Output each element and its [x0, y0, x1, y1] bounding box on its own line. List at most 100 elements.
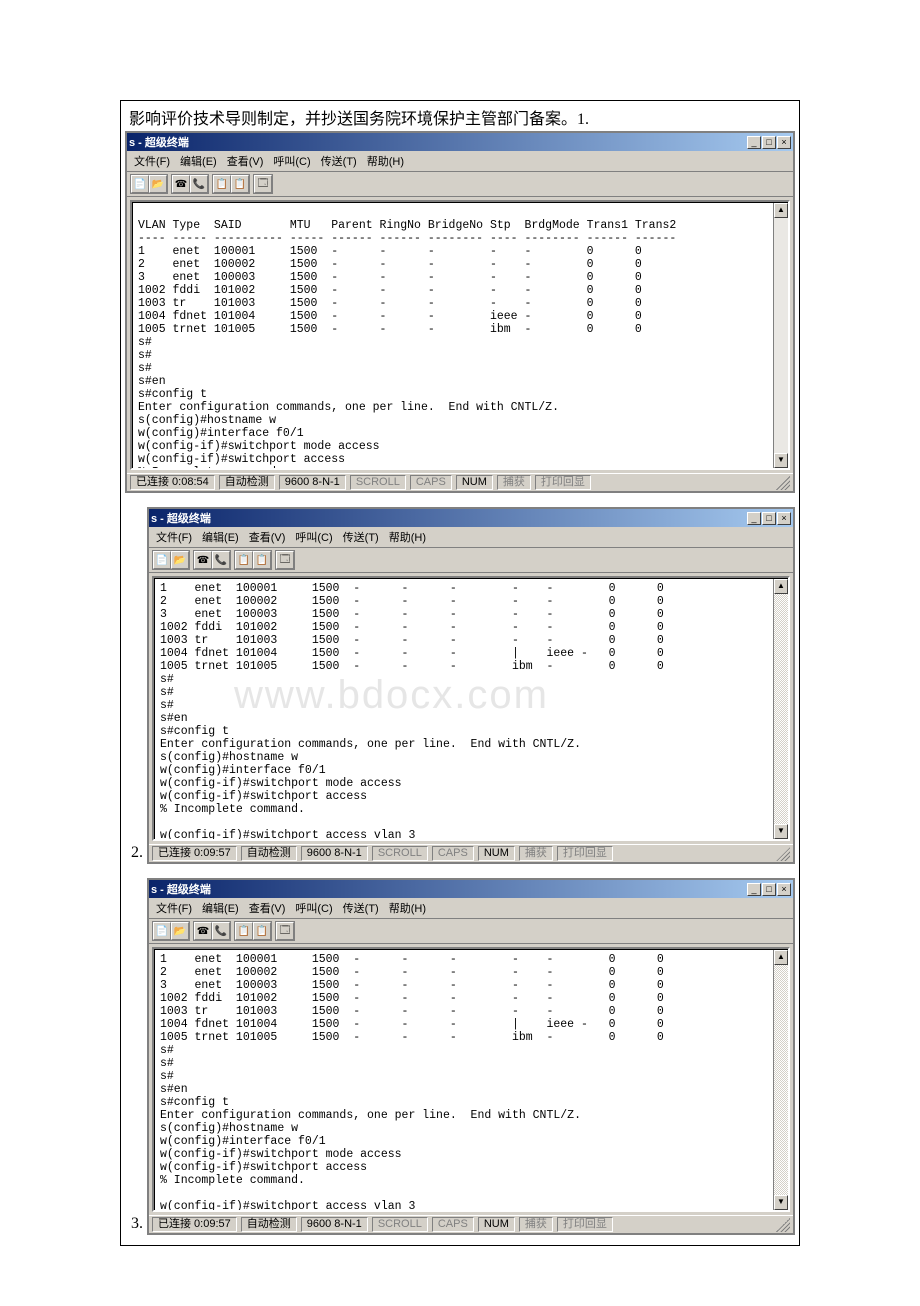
status-connection: 已连接 0:08:54 [130, 475, 215, 490]
terminal-area[interactable]: VLAN Type SAID MTU Parent RingNo BridgeN… [130, 200, 790, 470]
menu-help[interactable]: 帮助(H) [362, 152, 409, 170]
menu-transfer[interactable]: 传送(T) [338, 528, 384, 546]
toolbar: 📄📂 ☎📞 📋📋 🗔 [127, 172, 793, 197]
scroll-up-icon[interactable]: ▲ [774, 203, 788, 218]
connect-icon[interactable]: ☎ [194, 922, 212, 940]
menu-help[interactable]: 帮助(H) [384, 528, 431, 546]
send-icon[interactable]: 📋 [235, 551, 253, 569]
status-num: NUM [456, 475, 493, 490]
resize-grip-icon[interactable] [776, 847, 790, 861]
status-detect: 自动检测 [219, 475, 275, 490]
statusbar: 已连接 0:09:57 自动检测 9600 8-N-1 SCROLL CAPS … [149, 1215, 793, 1233]
menu-file[interactable]: 文件(F) [151, 899, 197, 917]
resize-grip-icon[interactable] [776, 1218, 790, 1232]
menu-transfer[interactable]: 传送(T) [316, 152, 362, 170]
open-icon[interactable]: 📂 [149, 175, 167, 193]
menu-edit[interactable]: 编辑(E) [197, 899, 244, 917]
status-capture: 捕获 [519, 846, 553, 861]
list-number-2: 2. [125, 844, 143, 864]
open-icon[interactable]: 📂 [171, 551, 189, 569]
disconnect-icon[interactable]: 📞 [212, 551, 230, 569]
menubar: 文件(F) 编辑(E) 查看(V) 呼叫(C) 传送(T) 帮助(H) [127, 151, 793, 172]
minimize-button[interactable]: _ [747, 883, 761, 896]
menu-view[interactable]: 查看(V) [244, 899, 291, 917]
menu-file[interactable]: 文件(F) [151, 528, 197, 546]
vertical-scrollbar[interactable]: ▲▼ [773, 203, 788, 468]
status-connection: 已连接 0:09:57 [152, 846, 237, 861]
disconnect-icon[interactable]: 📞 [212, 922, 230, 940]
minimize-button[interactable]: _ [747, 136, 761, 149]
terminal-output[interactable]: 1 enet 100001 1500 - - - - - 0 0 2 enet … [155, 950, 773, 1210]
resize-grip-icon[interactable] [776, 476, 790, 490]
menu-file[interactable]: 文件(F) [129, 152, 175, 170]
send-icon[interactable]: 📋 [235, 922, 253, 940]
window-title: s - 超级终端 [151, 510, 747, 526]
titlebar[interactable]: s - 超级终端 _ □ × [149, 880, 793, 898]
titlebar[interactable]: s - 超级终端 _ □ × [127, 133, 793, 151]
list-number-3: 3. [125, 1215, 143, 1235]
new-icon[interactable]: 📄 [153, 551, 171, 569]
open-icon[interactable]: 📂 [171, 922, 189, 940]
connect-icon[interactable]: ☎ [172, 175, 190, 193]
properties-icon[interactable]: 🗔 [276, 922, 294, 940]
menu-call[interactable]: 呼叫(C) [290, 899, 337, 917]
new-icon[interactable]: 📄 [131, 175, 149, 193]
document-heading: 影响评价技术导则制定，并抄送国务院环境保护主管部门备案。1. [125, 103, 795, 131]
status-num: NUM [478, 1217, 515, 1232]
status-print: 打印回显 [557, 846, 613, 861]
close-button[interactable]: × [777, 883, 791, 896]
menu-view[interactable]: 查看(V) [244, 528, 291, 546]
vertical-scrollbar[interactable]: ▲▼ [773, 950, 788, 1210]
status-scroll: SCROLL [372, 1217, 428, 1232]
maximize-button[interactable]: □ [762, 512, 776, 525]
menu-call[interactable]: 呼叫(C) [290, 528, 337, 546]
send-icon[interactable]: 📋 [213, 175, 231, 193]
menubar: 文件(F) 编辑(E) 查看(V) 呼叫(C) 传送(T) 帮助(H) [149, 527, 793, 548]
scroll-down-icon[interactable]: ▼ [774, 824, 788, 839]
minimize-button[interactable]: _ [747, 512, 761, 525]
window-title: s - 超级终端 [129, 134, 747, 150]
menu-edit[interactable]: 编辑(E) [175, 152, 222, 170]
menu-help[interactable]: 帮助(H) [384, 899, 431, 917]
menu-edit[interactable]: 编辑(E) [197, 528, 244, 546]
statusbar: 已连接 0:09:57 自动检测 9600 8-N-1 SCROLL CAPS … [149, 844, 793, 862]
maximize-button[interactable]: □ [762, 136, 776, 149]
receive-icon[interactable]: 📋 [253, 922, 271, 940]
hyperterminal-window-2: s - 超级终端 _ □ × 文件(F) 编辑(E) 查看(V) 呼叫(C) 传… [147, 507, 795, 864]
status-capture: 捕获 [519, 1217, 553, 1232]
properties-icon[interactable]: 🗔 [276, 551, 294, 569]
new-icon[interactable]: 📄 [153, 922, 171, 940]
menu-view[interactable]: 查看(V) [222, 152, 269, 170]
scroll-up-icon[interactable]: ▲ [774, 950, 788, 965]
disconnect-icon[interactable]: 📞 [190, 175, 208, 193]
terminal-area[interactable]: www.bdocx.com 1 enet 100001 1500 - - - -… [152, 576, 790, 841]
close-button[interactable]: × [777, 136, 791, 149]
close-button[interactable]: × [777, 512, 791, 525]
scroll-up-icon[interactable]: ▲ [774, 579, 788, 594]
hyperterminal-window-3: s - 超级终端 _ □ × 文件(F) 编辑(E) 查看(V) 呼叫(C) 传… [147, 878, 795, 1235]
properties-icon[interactable]: 🗔 [254, 175, 272, 193]
hyperterminal-window-1: s - 超级终端 _ □ × 文件(F) 编辑(E) 查看(V) 呼叫(C) 传… [125, 131, 795, 493]
receive-icon[interactable]: 📋 [253, 551, 271, 569]
status-detect: 自动检测 [241, 846, 297, 861]
terminal-output[interactable]: 1 enet 100001 1500 - - - - - 0 0 2 enet … [155, 579, 773, 839]
scroll-down-icon[interactable]: ▼ [774, 453, 788, 468]
terminal-area[interactable]: 1 enet 100001 1500 - - - - - 0 0 2 enet … [152, 947, 790, 1212]
status-caps: CAPS [410, 475, 452, 490]
status-print: 打印回显 [557, 1217, 613, 1232]
status-caps: CAPS [432, 1217, 474, 1232]
maximize-button[interactable]: □ [762, 883, 776, 896]
window-title: s - 超级终端 [151, 881, 747, 897]
status-mode: 9600 8-N-1 [301, 846, 368, 861]
receive-icon[interactable]: 📋 [231, 175, 249, 193]
vertical-scrollbar[interactable]: ▲▼ [773, 579, 788, 839]
toolbar: 📄📂 ☎📞 📋📋 🗔 [149, 548, 793, 573]
menu-transfer[interactable]: 传送(T) [338, 899, 384, 917]
menu-call[interactable]: 呼叫(C) [268, 152, 315, 170]
titlebar[interactable]: s - 超级终端 _ □ × [149, 509, 793, 527]
connect-icon[interactable]: ☎ [194, 551, 212, 569]
statusbar: 已连接 0:08:54 自动检测 9600 8-N-1 SCROLL CAPS … [127, 473, 793, 491]
scroll-down-icon[interactable]: ▼ [774, 1195, 788, 1210]
status-connection: 已连接 0:09:57 [152, 1217, 237, 1232]
terminal-output[interactable]: VLAN Type SAID MTU Parent RingNo BridgeN… [133, 203, 773, 468]
